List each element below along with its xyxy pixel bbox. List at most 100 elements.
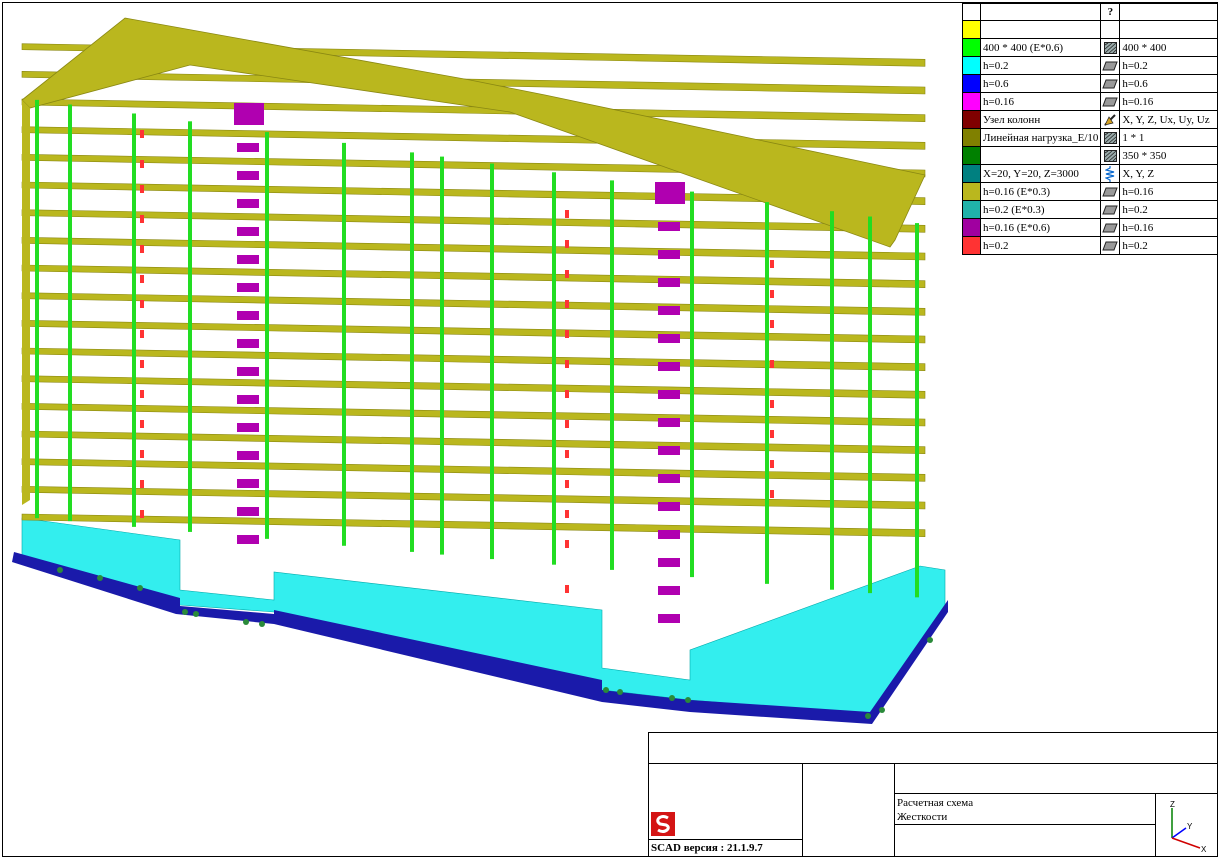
opening-mark: [565, 585, 569, 593]
opening-mark: [565, 540, 569, 548]
opening-mark: [140, 185, 144, 193]
legend-label-2: 1 * 1: [1119, 128, 1218, 147]
legend-row: [961, 20, 1218, 39]
support-node: [97, 575, 103, 581]
legend-row: 350 * 350: [961, 146, 1218, 165]
opening-mark: [565, 330, 569, 338]
legend-color-swatch: [963, 57, 981, 74]
plate-icon: [1100, 218, 1121, 237]
opening-mark: [140, 300, 144, 308]
core-segment: [658, 558, 680, 567]
core-segment: [237, 507, 259, 516]
plate-icon: [1100, 74, 1121, 93]
core-segment: [237, 311, 259, 320]
legend-color-swatch: [963, 39, 981, 56]
legend-row: h=0.16 (E*0.3) h=0.16: [961, 182, 1218, 201]
opening-mark: [565, 270, 569, 278]
core-segment: [237, 535, 259, 544]
column: [440, 156, 444, 555]
hatched-square-icon: [1100, 146, 1121, 165]
axis-triad-icon: Z Y X: [1170, 800, 1207, 854]
question-icon: ?: [1100, 3, 1121, 21]
legend-label: h=0.2 (E*0.3): [980, 200, 1102, 219]
stiffness-legend: ? 400 * 400 (E*0.6) 400 * 400 h=0.2 h=0.2 h=…: [961, 3, 1218, 255]
plate-icon: [1100, 182, 1121, 201]
plate-icon: [1100, 200, 1121, 219]
opening-mark: [565, 300, 569, 308]
floor-slab-edge: [21, 320, 926, 344]
legend-color-swatch: [963, 111, 981, 128]
opening-mark: [770, 360, 774, 368]
legend-label-2: 400 * 400: [1119, 38, 1218, 57]
opening-mark: [140, 360, 144, 368]
legend-row: X=20, Y=20, Z=3000 X, Y, Z: [961, 164, 1218, 183]
opening-mark: [140, 450, 144, 458]
legend-row: h=0.2 (E*0.3) h=0.2: [961, 200, 1218, 219]
opening-mark: [770, 430, 774, 438]
floor-slab-edge: [21, 403, 926, 427]
core-cap: [234, 103, 264, 125]
opening-mark: [140, 275, 144, 283]
support-node: [685, 697, 691, 703]
opening-mark: [140, 480, 144, 488]
legend-label: Линейная нагрузка_E/10: [980, 128, 1102, 147]
core-cap: [655, 182, 685, 204]
axis-z-label: Z: [1170, 800, 1175, 809]
legend-label-2: h=0.16: [1119, 182, 1218, 201]
column: [610, 180, 614, 570]
column: [765, 202, 769, 584]
legend-label-2: h=0.2: [1119, 236, 1218, 255]
core-segment: [658, 614, 680, 623]
column: [490, 163, 494, 560]
column: [68, 104, 72, 522]
legend-label-2: [1119, 20, 1218, 39]
opening-mark: [140, 215, 144, 223]
core-segment: [237, 199, 259, 208]
legend-label: h=0.2: [980, 236, 1102, 255]
scad-logo: [651, 812, 675, 836]
core-segment: [237, 255, 259, 264]
floor-slab-edge: [21, 209, 926, 233]
foundation-slab: [12, 517, 948, 724]
legend-label: 400 * 400 (E*0.6): [980, 38, 1102, 57]
legend-color-swatch: [963, 165, 981, 182]
legend-label-2: h=0.16: [1119, 92, 1218, 111]
floor-slab-edge: [21, 513, 926, 537]
legend-label: [980, 20, 1102, 39]
opening-mark: [140, 160, 144, 168]
plate-icon: [1100, 236, 1121, 255]
core-segment: [237, 479, 259, 488]
floor-slab-edge: [21, 458, 926, 482]
core-segment: [237, 451, 259, 460]
opening-mark: [565, 210, 569, 218]
legend-label: h=0.6: [980, 74, 1102, 93]
core-segment: [658, 334, 680, 343]
legend-row: 400 * 400 (E*0.6) 400 * 400: [961, 38, 1218, 57]
core-segment: [237, 143, 259, 152]
column: [915, 223, 919, 598]
support-node: [617, 689, 623, 695]
legend-label: Узел колонн: [980, 110, 1102, 129]
floor-slab-edge: [21, 126, 926, 150]
opening-mark: [140, 130, 144, 138]
core-segment: [237, 423, 259, 432]
core-segment: [658, 306, 680, 315]
legend-color-swatch: [963, 93, 981, 110]
opening-mark: [770, 490, 774, 498]
floor-slab-edge: [21, 486, 926, 510]
core-segment: [237, 395, 259, 404]
legend-header-row: ?: [961, 3, 1218, 21]
legend-label-2: h=0.2: [1119, 200, 1218, 219]
plate-icon: [1100, 92, 1121, 111]
opening-mark: [565, 480, 569, 488]
support-node: [182, 609, 188, 615]
core-segment: [237, 227, 259, 236]
support-node: [669, 695, 675, 701]
legend-color-swatch: [963, 219, 981, 236]
legend-color-swatch: [963, 21, 981, 38]
title-block-top: [648, 732, 1218, 764]
core-segment: [237, 283, 259, 292]
legend-row: h=0.2 h=0.2: [961, 56, 1218, 75]
core-segment: [658, 278, 680, 287]
core-segment: [658, 418, 680, 427]
